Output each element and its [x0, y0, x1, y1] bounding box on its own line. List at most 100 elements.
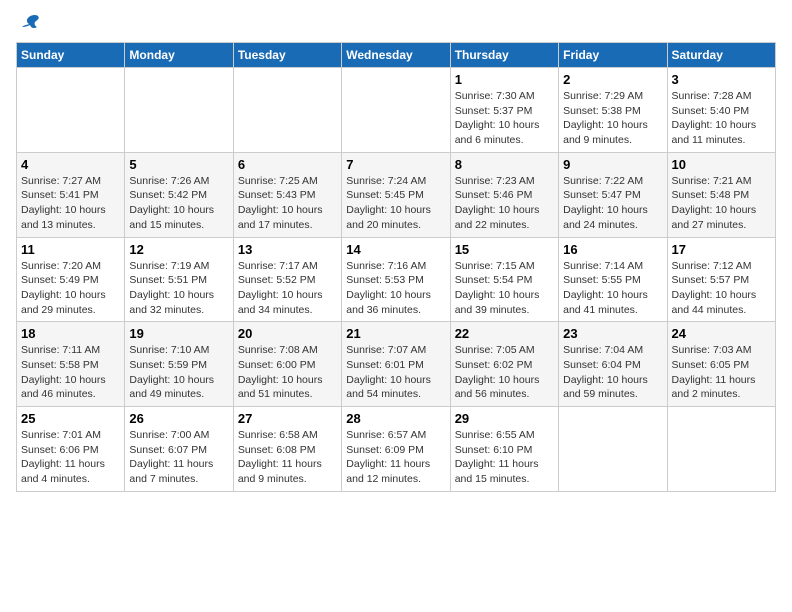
day-number: 4: [21, 157, 120, 172]
day-info: Sunrise: 7:08 AM Sunset: 6:00 PM Dayligh…: [238, 343, 337, 402]
column-header-monday: Monday: [125, 43, 233, 68]
day-number: 20: [238, 326, 337, 341]
calendar-week-row: 11 Sunrise: 7:20 AM Sunset: 5:49 PM Dayli…: [17, 237, 776, 322]
calendar-cell: 15Sunrise: 7:15 AM Sunset: 5:54 PM Dayli…: [450, 237, 558, 322]
column-header-friday: Friday: [559, 43, 667, 68]
calendar-cell: 13Sunrise: 7:17 AM Sunset: 5:52 PM Dayli…: [233, 237, 341, 322]
day-number: 29: [455, 411, 554, 426]
calendar-week-row: 25 Sunrise: 7:01 AM Sunset: 6:06 PM Dayli…: [17, 407, 776, 492]
calendar-cell: [667, 407, 775, 492]
day-info: Sunrise: 7:03 AM Sunset: 6:05 PM Dayligh…: [672, 343, 771, 402]
logo: [16, 16, 42, 34]
day-number: 22: [455, 326, 554, 341]
calendar-cell: 12 Sunrise: 7:19 AM Sunset: 5:51 PM Dayli…: [125, 237, 233, 322]
day-number: 26: [129, 411, 228, 426]
calendar-cell: 27 Sunrise: 6:58 AM Sunset: 6:08 PM Dayli…: [233, 407, 341, 492]
calendar-cell: 21 Sunrise: 7:07 AM Sunset: 6:01 PM Dayli…: [342, 322, 450, 407]
calendar-cell: 2 Sunrise: 7:29 AM Sunset: 5:38 PM Daylig…: [559, 68, 667, 153]
column-header-saturday: Saturday: [667, 43, 775, 68]
day-info: Sunrise: 7:20 AM Sunset: 5:49 PM Dayligh…: [21, 259, 120, 318]
day-info: Sunrise: 7:27 AM Sunset: 5:41 PM Dayligh…: [21, 174, 120, 233]
day-info: Sunrise: 7:30 AM Sunset: 5:37 PM Dayligh…: [455, 89, 554, 148]
calendar-table: SundayMondayTuesdayWednesdayThursdayFrid…: [16, 42, 776, 492]
calendar-cell: 11 Sunrise: 7:20 AM Sunset: 5:49 PM Dayli…: [17, 237, 125, 322]
calendar-cell: 16 Sunrise: 7:14 AM Sunset: 5:55 PM Dayli…: [559, 237, 667, 322]
calendar-cell: [17, 68, 125, 153]
day-number: 5: [129, 157, 228, 172]
day-number: 1: [455, 72, 554, 87]
day-number: 27: [238, 411, 337, 426]
calendar-cell: 25 Sunrise: 7:01 AM Sunset: 6:06 PM Dayli…: [17, 407, 125, 492]
calendar-cell: 24 Sunrise: 7:03 AM Sunset: 6:05 PM Dayli…: [667, 322, 775, 407]
calendar-cell: 5 Sunrise: 7:26 AM Sunset: 5:42 PM Daylig…: [125, 152, 233, 237]
column-header-sunday: Sunday: [17, 43, 125, 68]
logo-bird-icon: [20, 12, 42, 34]
day-info: Sunrise: 7:15 AM Sunset: 5:54 PM Dayligh…: [455, 259, 554, 318]
day-number: 24: [672, 326, 771, 341]
day-info: Sunrise: 7:04 AM Sunset: 6:04 PM Dayligh…: [563, 343, 662, 402]
day-number: 2: [563, 72, 662, 87]
calendar-cell: 3 Sunrise: 7:28 AM Sunset: 5:40 PM Daylig…: [667, 68, 775, 153]
day-info: Sunrise: 7:21 AM Sunset: 5:48 PM Dayligh…: [672, 174, 771, 233]
calendar-header-row: SundayMondayTuesdayWednesdayThursdayFrid…: [17, 43, 776, 68]
calendar-cell: 6 Sunrise: 7:25 AM Sunset: 5:43 PM Daylig…: [233, 152, 341, 237]
day-number: 12: [129, 242, 228, 257]
column-header-tuesday: Tuesday: [233, 43, 341, 68]
day-info: Sunrise: 7:22 AM Sunset: 5:47 PM Dayligh…: [563, 174, 662, 233]
calendar-cell: 1 Sunrise: 7:30 AM Sunset: 5:37 PM Daylig…: [450, 68, 558, 153]
calendar-cell: [125, 68, 233, 153]
calendar-cell: [233, 68, 341, 153]
calendar-week-row: 1 Sunrise: 7:30 AM Sunset: 5:37 PM Daylig…: [17, 68, 776, 153]
calendar-cell: 18 Sunrise: 7:11 AM Sunset: 5:58 PM Dayli…: [17, 322, 125, 407]
day-number: 18: [21, 326, 120, 341]
calendar-cell: 8Sunrise: 7:23 AM Sunset: 5:46 PM Daylig…: [450, 152, 558, 237]
calendar-cell: 9Sunrise: 7:22 AM Sunset: 5:47 PM Daylig…: [559, 152, 667, 237]
day-info: Sunrise: 7:28 AM Sunset: 5:40 PM Dayligh…: [672, 89, 771, 148]
calendar-cell: 22Sunrise: 7:05 AM Sunset: 6:02 PM Dayli…: [450, 322, 558, 407]
calendar-cell: 19 Sunrise: 7:10 AM Sunset: 5:59 PM Dayli…: [125, 322, 233, 407]
calendar-cell: 26 Sunrise: 7:00 AM Sunset: 6:07 PM Dayli…: [125, 407, 233, 492]
day-info: Sunrise: 7:29 AM Sunset: 5:38 PM Dayligh…: [563, 89, 662, 148]
calendar-cell: 23 Sunrise: 7:04 AM Sunset: 6:04 PM Dayli…: [559, 322, 667, 407]
calendar-cell: [342, 68, 450, 153]
day-number: 8: [455, 157, 554, 172]
day-number: 19: [129, 326, 228, 341]
day-number: 16: [563, 242, 662, 257]
calendar-cell: [559, 407, 667, 492]
day-info: Sunrise: 6:55 AM Sunset: 6:10 PM Dayligh…: [455, 428, 554, 487]
calendar-cell: 10 Sunrise: 7:21 AM Sunset: 5:48 PM Dayli…: [667, 152, 775, 237]
day-info: Sunrise: 7:19 AM Sunset: 5:51 PM Dayligh…: [129, 259, 228, 318]
day-info: Sunrise: 7:01 AM Sunset: 6:06 PM Dayligh…: [21, 428, 120, 487]
calendar-cell: 20 Sunrise: 7:08 AM Sunset: 6:00 PM Dayli…: [233, 322, 341, 407]
day-info: Sunrise: 7:11 AM Sunset: 5:58 PM Dayligh…: [21, 343, 120, 402]
calendar-cell: 4 Sunrise: 7:27 AM Sunset: 5:41 PM Daylig…: [17, 152, 125, 237]
day-info: Sunrise: 6:58 AM Sunset: 6:08 PM Dayligh…: [238, 428, 337, 487]
day-info: Sunrise: 7:17 AM Sunset: 5:52 PM Dayligh…: [238, 259, 337, 318]
calendar-cell: 17 Sunrise: 7:12 AM Sunset: 5:57 PM Dayli…: [667, 237, 775, 322]
day-info: Sunrise: 7:10 AM Sunset: 5:59 PM Dayligh…: [129, 343, 228, 402]
day-info: Sunrise: 7:07 AM Sunset: 6:01 PM Dayligh…: [346, 343, 445, 402]
day-number: 6: [238, 157, 337, 172]
calendar-week-row: 18 Sunrise: 7:11 AM Sunset: 5:58 PM Dayli…: [17, 322, 776, 407]
day-number: 23: [563, 326, 662, 341]
page-header: [16, 16, 776, 34]
day-info: Sunrise: 7:14 AM Sunset: 5:55 PM Dayligh…: [563, 259, 662, 318]
day-number: 21: [346, 326, 445, 341]
day-number: 11: [21, 242, 120, 257]
column-header-wednesday: Wednesday: [342, 43, 450, 68]
calendar-cell: 14 Sunrise: 7:16 AM Sunset: 5:53 PM Dayli…: [342, 237, 450, 322]
day-number: 10: [672, 157, 771, 172]
column-header-thursday: Thursday: [450, 43, 558, 68]
day-info: Sunrise: 7:26 AM Sunset: 5:42 PM Dayligh…: [129, 174, 228, 233]
day-info: Sunrise: 7:00 AM Sunset: 6:07 PM Dayligh…: [129, 428, 228, 487]
day-number: 14: [346, 242, 445, 257]
day-number: 17: [672, 242, 771, 257]
day-info: Sunrise: 7:24 AM Sunset: 5:45 PM Dayligh…: [346, 174, 445, 233]
day-info: Sunrise: 7:12 AM Sunset: 5:57 PM Dayligh…: [672, 259, 771, 318]
day-number: 25: [21, 411, 120, 426]
day-info: Sunrise: 7:25 AM Sunset: 5:43 PM Dayligh…: [238, 174, 337, 233]
day-info: Sunrise: 7:16 AM Sunset: 5:53 PM Dayligh…: [346, 259, 445, 318]
day-number: 3: [672, 72, 771, 87]
day-info: Sunrise: 6:57 AM Sunset: 6:09 PM Dayligh…: [346, 428, 445, 487]
calendar-cell: 7Sunrise: 7:24 AM Sunset: 5:45 PM Daylig…: [342, 152, 450, 237]
